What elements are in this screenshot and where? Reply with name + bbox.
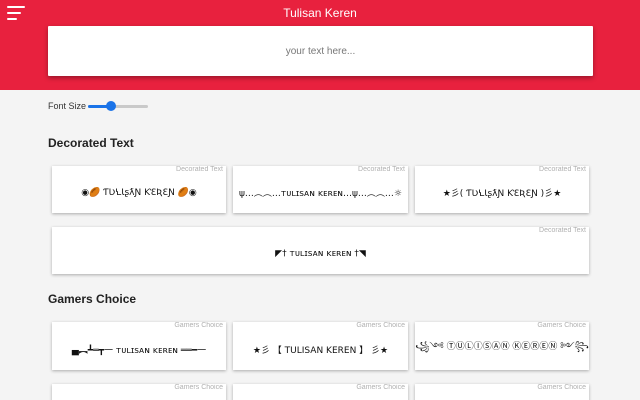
font-size-label: Font Size bbox=[48, 101, 87, 111]
app-header: Tulisan Keren bbox=[0, 0, 640, 90]
style-card[interactable]: Decorated Text ◉🏉 ƬƲꝆƖʂƛƝ ƘƐƦƐƝ 🏉◉ bbox=[52, 166, 226, 213]
style-card[interactable]: Decorated Text ψ…︵︵…ᴛᴜʟɪsᴀɴ ᴋᴇʀᴇɴ…ψ…︵︵…☼ bbox=[233, 166, 408, 213]
card-text: ꧁༺ ⓉⓊⓁⒾⓈⒶⓃ ⓀⒺⓇⒺⓃ ༻꧂ bbox=[415, 341, 589, 352]
card-text: ψ…︵︵…ᴛᴜʟɪsᴀɴ ᴋᴇʀᴇɴ…ψ…︵︵…☼ bbox=[238, 189, 403, 199]
style-card[interactable]: Gamers Choice ▄︻┻═┳一 ᴛᴜʟɪsᴀɴ ᴋᴇʀᴇɴ ══━一 bbox=[52, 322, 226, 370]
card-text bbox=[415, 384, 589, 400]
card-text: ★彡( ƬƲꝆƖʂƛƝ ƘƐƦƐƝ )彡★ bbox=[442, 189, 562, 199]
section-title-decorated: Decorated Text bbox=[48, 136, 134, 150]
style-card[interactable]: Decorated Text ★彡( ƬƲꝆƖʂƛƝ ƘƐƦƐƝ )彡★ bbox=[415, 166, 589, 213]
slider-thumb[interactable] bbox=[105, 101, 116, 111]
style-card[interactable]: Gamers Choice bbox=[415, 384, 589, 400]
style-card[interactable]: Gamers Choice ꧁༺ ⓉⓊⓁⒾⓈⒶⓃ ⓀⒺⓇⒺⓃ ༻꧂ bbox=[415, 322, 589, 370]
app-title: Tulisan Keren bbox=[283, 6, 357, 20]
card-text bbox=[233, 384, 408, 400]
section-title-gamers: Gamers Choice bbox=[48, 292, 137, 306]
style-card[interactable]: Gamers Choice ★彡 【 TULISAN KEREN 】 彡★ bbox=[233, 322, 408, 370]
style-card[interactable]: Decorated Text ◤† ᴛᴜʟɪsᴀɴ ᴋᴇʀᴇɴ †◥ bbox=[52, 227, 589, 274]
card-text: ◉🏉 ƬƲꝆƖʂƛƝ ƘƐƦƐƝ 🏉◉ bbox=[81, 187, 197, 198]
text-input[interactable] bbox=[48, 26, 593, 76]
style-card[interactable]: Gamers Choice bbox=[233, 384, 408, 400]
font-size-slider[interactable] bbox=[88, 100, 149, 112]
font-size-control: Font Size bbox=[48, 100, 149, 112]
card-text: ◤† ᴛᴜʟɪsᴀɴ ᴋᴇʀᴇɴ †◥ bbox=[275, 248, 366, 259]
card-text: ▄︻┻═┳一 ᴛᴜʟɪsᴀɴ ᴋᴇʀᴇɴ ══━一 bbox=[71, 345, 207, 356]
card-text bbox=[52, 384, 226, 400]
style-card[interactable]: Gamers Choice bbox=[52, 384, 226, 400]
card-text: ★彡 【 TULISAN KEREN 】 彡★ bbox=[252, 345, 389, 356]
